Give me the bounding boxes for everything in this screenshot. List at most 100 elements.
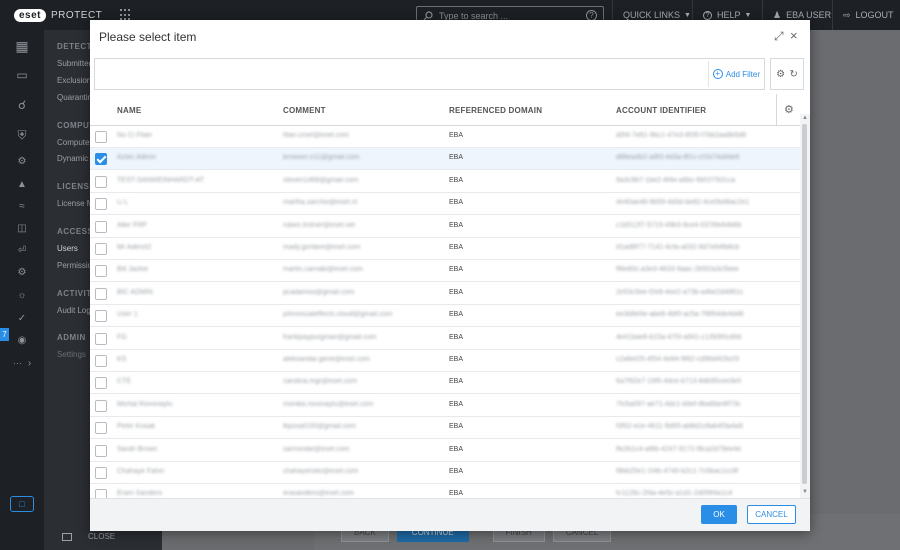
column-header-comment[interactable]: COMMENT — [283, 106, 326, 115]
sidebar-item-computer[interactable]: Computer — [57, 138, 92, 147]
ok-button[interactable]: OK — [701, 505, 737, 524]
table-row[interactable]: Aztec Admin browser.o11@gmail.com EBA d86ea… — [90, 148, 800, 171]
cell-domain: EBA — [449, 400, 464, 408]
column-header-account-identifier[interactable]: ACCOUNT IDENTIFIER — [616, 106, 706, 115]
quick-links-label: QUICK LINKS — [623, 10, 681, 20]
computers-icon[interactable]: ▭ — [12, 65, 32, 85]
column-header-name[interactable]: NAME — [117, 106, 141, 115]
row-checkbox[interactable] — [95, 265, 107, 278]
cancel-button[interactable]: CANCEL — [747, 505, 796, 524]
cell-comment: sarmirobe@eset.com — [283, 445, 350, 453]
table-row[interactable]: Bill Jackie martin.carnabi@eset.com EBA ff6… — [90, 260, 800, 283]
cell-domain: EBA — [449, 176, 464, 184]
settings-icon[interactable]: ⚙ — [12, 151, 32, 171]
shield-icon[interactable]: ⛨ — [12, 125, 32, 145]
row-checkbox[interactable] — [95, 198, 107, 211]
table-row[interactable]: Sarah Brown sarmirobe@eset.com EBA ffe2b1c4… — [90, 440, 800, 462]
tasks-icon[interactable]: ☼ — [12, 285, 32, 305]
table-row[interactable]: KS aleksandar.gene@eset.com EBA c2a6ef25-4f… — [90, 350, 800, 372]
filter-tools: ⚙ ↻ — [770, 58, 804, 90]
table-row[interactable]: Aller FRP ruben.trotner@eset.net EBA c1b512… — [90, 216, 800, 238]
logo-product-name: PROTECT — [51, 9, 103, 21]
folder-icon[interactable]: ◫ — [12, 218, 32, 238]
cell-domain: EBA — [449, 378, 464, 386]
cell-account: 7fc6a097-ae71-4dc1-b6ef-8ba6be4ff73c — [616, 400, 741, 408]
sidebar-item-users[interactable]: Users — [57, 244, 78, 253]
scroll-up-icon[interactable]: ▲ — [802, 115, 808, 121]
table-row[interactable]: Mr Aderot2 mady.gorilare@eset.com EBA d1ad8… — [90, 238, 800, 260]
cell-account: 6a7f92e7-19f5-4dce-b713-8db95cee3e0 — [616, 378, 742, 386]
table-row[interactable]: FG frankpaypurgman@gmail.com EBA 4e41bae6-b… — [90, 328, 800, 350]
row-checkbox[interactable] — [95, 153, 107, 166]
table-row[interactable]: Chahaye Fahin chahayerolio@eset.com EBA f8b… — [90, 462, 800, 484]
table-row[interactable]: Li L martha.sarchio@eset.nl EBA 4e40ae48-9b… — [90, 193, 800, 216]
row-checkbox[interactable] — [95, 332, 107, 345]
installers-icon[interactable]: ⏎ — [12, 240, 32, 260]
policies-icon[interactable]: ⚙ — [12, 262, 32, 282]
sidebar-item-audit-log[interactable]: Audit Log — [57, 306, 91, 315]
alert-icon[interactable]: ▲ — [12, 174, 32, 194]
logout-icon: ⇨ — [843, 9, 851, 20]
row-checkbox[interactable] — [95, 310, 107, 323]
filter-bar[interactable]: + Add Filter — [94, 58, 765, 90]
status-icon[interactable]: ◉ — [12, 330, 32, 350]
table-row[interactable]: BIC ADMIN pcadamos@gmail.com EBA 2e53c5ee-f… — [90, 283, 800, 305]
cell-account: ff6e80c-a3e3-4633-9aac-2b5f2a3c5bee — [616, 266, 739, 274]
table-row[interactable]: Michal Rovonaylu monika.rovonaylu@eset.co… — [90, 395, 800, 417]
row-checkbox[interactable] — [95, 220, 107, 233]
table-row[interactable]: Peter Kosak lkposat100@gmail.com EBA f3f52-… — [90, 417, 800, 440]
chevron-down-icon: ▼ — [684, 11, 691, 19]
plus-icon: + — [712, 69, 723, 79]
row-checkbox[interactable] — [95, 489, 107, 498]
topology-icon[interactable]: ☌ — [12, 95, 32, 115]
table-row[interactable]: CTE carolina.mgr@eset.com EBA 6a7f92e7-19f5… — [90, 372, 800, 395]
table-row[interactable]: TEST-SANWEINHARDT-AT steven1468@gmail.com… — [90, 171, 800, 193]
row-checkbox[interactable] — [95, 355, 107, 367]
add-filter-button[interactable]: + Add Filter — [707, 61, 760, 87]
refresh-icon[interactable]: ↻ — [789, 69, 797, 80]
cell-comment: erasandero@eset.com — [283, 490, 354, 498]
reports-icon[interactable]: ≈ — [12, 196, 32, 216]
scroll-thumb[interactable] — [802, 124, 807, 484]
help-label: HELP — [717, 10, 741, 20]
cell-account: 4e40ae48-9b59-4d3d-be82-4ce0b48ac2e1 — [616, 199, 750, 207]
sidebar-item-submitted[interactable]: Submitted — [57, 59, 93, 68]
icon-rail: ▦ ▭ ☌ ⛨ ⚙ ▲ ≈ ◫ ⏎ ⚙ ☼ ✓ 7 ◉ ··· › □ — [0, 30, 44, 550]
row-checkbox[interactable] — [95, 131, 107, 143]
row-checkbox[interactable] — [95, 422, 107, 435]
table-row[interactable]: User 1 johnvisualeffects.cloud@gmail.com E… — [90, 305, 800, 328]
header-separator — [776, 94, 777, 126]
cell-name: User 1 — [117, 311, 138, 319]
column-header-referenced-domain[interactable]: REFERENCED DOMAIN — [449, 106, 542, 115]
scroll-down-icon[interactable]: ▼ — [802, 489, 808, 495]
chat-icon[interactable]: □ — [10, 496, 34, 512]
more-menu[interactable]: ··· › — [12, 353, 32, 373]
row-checkbox[interactable] — [95, 399, 107, 412]
table-scrollbar[interactable]: ▲ ▼ — [800, 114, 810, 498]
row-checkbox[interactable] — [95, 175, 107, 188]
dashboard-icon[interactable]: ▦ — [12, 36, 32, 56]
help-icon: ? — [703, 10, 712, 20]
row-checkbox[interactable] — [95, 287, 107, 300]
expand-icon[interactable]: ⤢ — [774, 30, 784, 42]
cell-name: Chahaye Fahin — [117, 468, 165, 475]
table-row[interactable]: Eram Sandero erasandero@eset.com EBA fc1126… — [90, 484, 800, 498]
notifications-icon[interactable]: ✓ — [12, 308, 32, 328]
column-settings-icon[interactable]: ⚙ — [784, 103, 794, 116]
logout-button[interactable]: ⇨ LOGOUT — [832, 0, 900, 30]
cell-name: Aztec Admin — [117, 154, 156, 162]
sidebar-item-license-management[interactable]: License M — [57, 199, 93, 208]
search-placeholder: Type to search ... — [439, 10, 509, 21]
row-checkbox[interactable] — [95, 377, 107, 390]
close-icon[interactable]: × — [790, 29, 798, 42]
table-row[interactable]: No Ci Fitan fitan.cmet@eset.com EBA a5f4-7e… — [90, 126, 800, 148]
filter-settings-icon[interactable]: ⚙ — [776, 69, 785, 80]
sidebar-close-button[interactable]: CLOSE — [62, 532, 115, 541]
row-checkbox[interactable] — [95, 243, 107, 255]
cell-domain: EBA — [449, 356, 464, 363]
cell-name: Peter Kosak — [117, 423, 156, 431]
sidebar-item-settings[interactable]: Settings — [57, 350, 86, 359]
row-checkbox[interactable] — [95, 467, 107, 479]
cell-domain: EBA — [449, 266, 464, 274]
row-checkbox[interactable] — [95, 444, 107, 457]
